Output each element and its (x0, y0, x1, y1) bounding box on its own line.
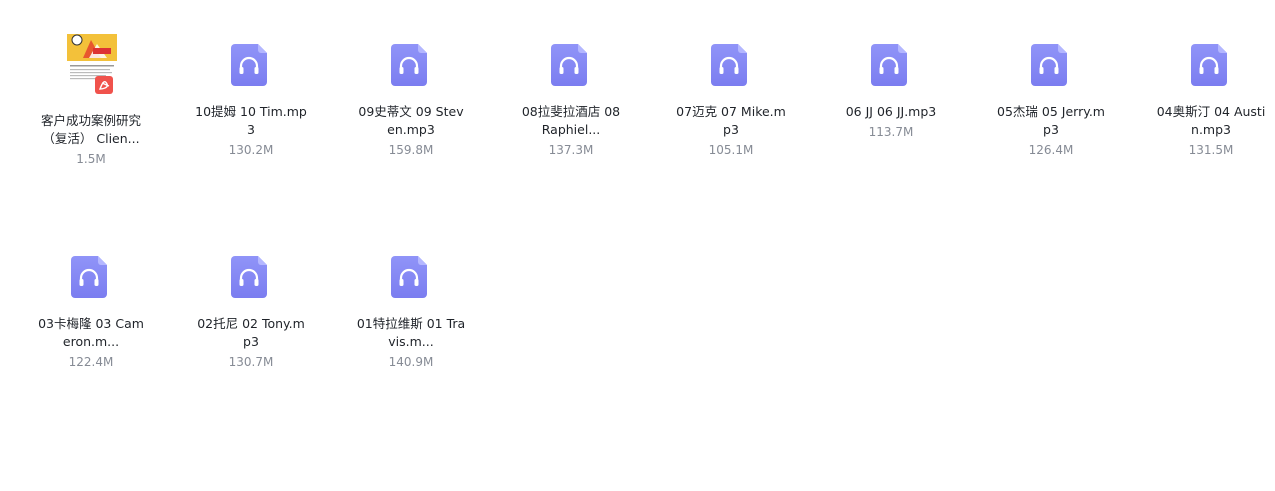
audio-file-icon (1031, 44, 1067, 86)
file-name: 08拉斐拉酒店 08 Raphiel... (521, 104, 621, 137)
file-thumbnail (543, 36, 599, 92)
file-size: 131.5M (1188, 143, 1234, 157)
file-thumbnail (223, 248, 279, 304)
file-name: 06 JJ 06 JJ.mp3 (845, 104, 937, 119)
file-name: 01特拉维斯 01 Tra vis.m... (356, 316, 466, 349)
file-thumbnail (383, 36, 439, 92)
file-thumbnail (703, 36, 759, 92)
file-name: 10提姆 10 Tim.mp 3 (195, 104, 307, 137)
file-thumbnail (1183, 36, 1239, 92)
pdf-thumbnail-icon (67, 34, 117, 94)
file-thumbnail (63, 34, 119, 94)
file-size: 130.7M (228, 355, 274, 369)
file-item-audio[interactable]: 01特拉维斯 01 Tra vis.m... 140.9M (351, 248, 471, 371)
file-item-audio[interactable]: 02托尼 02 Tony.m p3 130.7M (191, 248, 311, 371)
audio-file-icon (231, 44, 267, 86)
file-item-audio[interactable]: 03卡梅隆 03 Cam eron.m... 122.4M (31, 248, 151, 371)
file-size: 126.4M (1028, 143, 1074, 157)
audio-file-icon (1191, 44, 1227, 86)
audio-file-icon (391, 44, 427, 86)
file-name: 02托尼 02 Tony.m p3 (197, 316, 305, 349)
audio-file-icon (71, 256, 107, 298)
file-size: 113.7M (868, 125, 914, 139)
file-thumbnail (1023, 36, 1079, 92)
audio-file-icon (231, 256, 267, 298)
file-thumbnail (863, 36, 919, 92)
file-name: 04奥斯汀 04 Austi n.mp3 (1156, 104, 1266, 137)
file-grid: 客户成功案例研究 （复活） Clien... 1.5M 10提姆 10 Tim.… (0, 0, 1275, 491)
audio-file-icon (391, 256, 427, 298)
file-size: 159.8M (388, 143, 434, 157)
file-item-audio[interactable]: 06 JJ 06 JJ.mp3 113.7M (831, 36, 951, 141)
file-name: 07迈克 07 Mike.m p3 (676, 104, 786, 137)
file-item-audio[interactable]: 07迈克 07 Mike.m p3 105.1M (671, 36, 791, 159)
file-name: 客户成功案例研究 （复活） Clien... (40, 113, 141, 146)
file-thumbnail (63, 248, 119, 304)
file-thumbnail (223, 36, 279, 92)
audio-file-icon (551, 44, 587, 86)
file-item-pdf[interactable]: 客户成功案例研究 （复活） Clien... 1.5M (31, 34, 151, 168)
file-item-audio[interactable]: 10提姆 10 Tim.mp 3 130.2M (191, 36, 311, 159)
file-size: 122.4M (68, 355, 114, 369)
file-name: 09史蒂文 09 Stev en.mp3 (358, 104, 464, 137)
file-item-audio[interactable]: 09史蒂文 09 Stev en.mp3 159.8M (351, 36, 471, 159)
file-item-audio[interactable]: 05杰瑞 05 Jerry.m p3 126.4M (991, 36, 1111, 159)
file-size: 137.3M (548, 143, 594, 157)
file-size: 1.5M (76, 152, 106, 166)
audio-file-icon (871, 44, 907, 86)
audio-file-icon (711, 44, 747, 86)
file-size: 105.1M (708, 143, 754, 157)
file-item-audio[interactable]: 04奥斯汀 04 Austi n.mp3 131.5M (1151, 36, 1271, 159)
file-name: 03卡梅隆 03 Cam eron.m... (38, 316, 144, 349)
file-item-audio[interactable]: 08拉斐拉酒店 08 Raphiel... 137.3M (511, 36, 631, 159)
file-size: 130.2M (228, 143, 274, 157)
file-thumbnail (383, 248, 439, 304)
file-name: 05杰瑞 05 Jerry.m p3 (997, 104, 1105, 137)
file-size: 140.9M (388, 355, 434, 369)
